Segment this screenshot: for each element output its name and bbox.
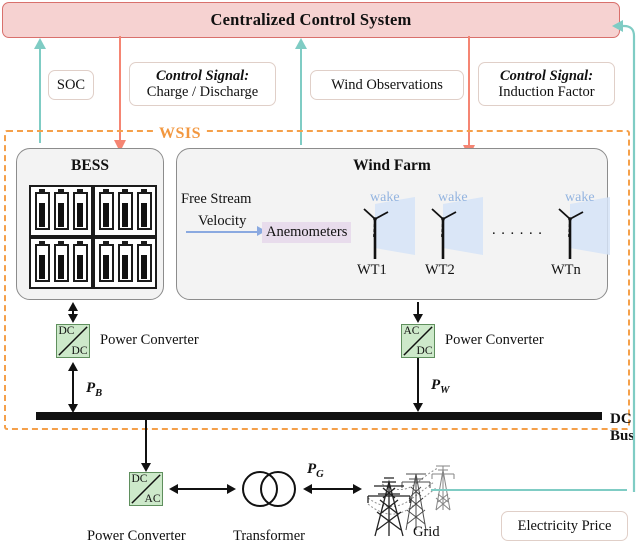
grid-power-converter: DC AC [129,472,163,506]
wind-bus-link [417,358,419,406]
wind-converter-down-arrow [413,314,423,323]
battery-cell [53,244,69,282]
wind-converter-output-type: DC [416,345,433,357]
bess-panel: BESS [16,148,164,300]
bess-power-label: PB [86,380,102,399]
free-stream-arrow-line [186,231,260,233]
bess-power-converter: DC DC [56,324,90,358]
chip-soc: SOC [48,70,94,100]
bess-power-subscript: B [95,388,103,399]
battery-cell [72,244,88,282]
chip-induction-factor-label: Induction Factor [498,84,595,100]
grid-converter-link [145,420,147,466]
battery-cell [98,244,114,282]
centralized-control-system-box: Centralized Control System [2,2,620,38]
battery-pack [29,185,93,237]
wake-label: wake [370,190,400,205]
grid-converter-input-type: DC [131,473,148,485]
soc-arrow-head [34,38,46,49]
anemometers-label: Anemometers [266,224,348,240]
chip-soc-label: SOC [56,76,86,93]
transformer-grid-link [311,488,355,490]
wsis-label: WSIS [155,125,206,143]
bess-converter-output-type: DC [71,345,88,357]
wind-power-label: PW [431,377,450,396]
grid-label: Grid [413,524,440,540]
chip-wind-observations: Wind Observations [310,70,464,100]
bess-converter-down-arrow [68,314,78,323]
wind-turbine-icon [363,208,389,259]
turbine-label: WT2 [425,262,455,278]
wind-converter-input-type: AC [403,325,420,337]
grid-tower-icon [367,465,455,537]
soc-arrow-line [39,48,42,143]
transformer-icon [242,471,296,507]
electricity-price-feedback-line [431,489,627,492]
grid-power-label: PG [307,461,324,480]
grid-converter-down-arrow [141,463,151,472]
page-title: Centralized Control System [210,10,412,29]
turbine-ellipsis: . . . . . . [492,222,543,238]
chip-induction-factor-prefix: Control Signal: [499,67,594,84]
turbine-label: WTn [551,262,581,278]
wind-farm-title: Wind Farm [353,157,431,174]
wind-power-symbol: P [431,377,441,393]
electricity-price-label: Electricity Price [517,517,612,534]
battery-cell [72,192,88,230]
battery-cell [117,244,133,282]
wind-observations-arrow-head [295,38,307,49]
chip-induction-factor: Control Signal: Induction Factor [478,62,615,106]
turbine-label: WT1 [357,262,387,278]
grid-power-converter-label: Power Converter [87,528,186,544]
battery-cell [34,244,50,282]
anemometers-box: Anemometers [262,222,352,243]
battery-cell [117,192,133,230]
battery-cell [136,244,152,282]
charge-discharge-arrow-line [119,36,122,142]
converter-transformer-right-arrow [227,484,236,494]
battery-cell [98,192,114,230]
battery-pack [93,185,157,237]
battery-pack [29,237,93,289]
free-stream-line1: Free Stream [181,191,252,207]
wind-power-subscript: W [440,385,450,396]
free-stream-line2: Velocity [198,213,247,229]
chip-charge-discharge-label: Charge / Discharge [146,84,259,100]
wind-power-converter: AC DC [401,324,435,358]
battery-pack [93,237,157,289]
wind-turbine-icon [558,208,584,259]
grid-converter-output-type: AC [144,493,161,505]
wake-label: wake [565,190,595,205]
bess-power-converter-label: Power Converter [100,332,199,348]
dc-bus-bar [36,412,602,420]
electricity-price-feedback-path [614,24,636,492]
bess-converter-input-type: DC [58,325,75,337]
wind-turbine-icon [431,208,457,259]
bess-power-symbol: P [86,380,96,396]
grid-power-symbol: P [307,461,317,477]
chip-charge-discharge: Control Signal: Charge / Discharge [129,62,276,106]
bess-title: BESS [71,157,109,174]
chip-wind-observations-label: Wind Observations [331,76,443,93]
transformer-label: Transformer [233,528,305,544]
chip-electricity-price: Electricity Price [501,511,628,541]
wake-label: wake [438,190,468,205]
battery-cell [53,192,69,230]
wind-bus-down-arrow [413,403,423,412]
battery-cell [136,192,152,230]
bess-bus-link [72,365,74,408]
converter-transformer-link [177,488,229,490]
chip-charge-discharge-prefix: Control Signal: [155,67,250,84]
transformer-grid-right-arrow [353,484,362,494]
electricity-price-feedback-arrow [612,20,623,32]
battery-cell [34,192,50,230]
grid-power-subscript: G [316,469,324,480]
wind-power-converter-label: Power Converter [445,332,544,348]
